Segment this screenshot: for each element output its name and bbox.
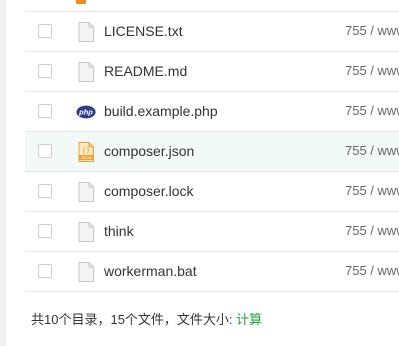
table-row[interactable] [25, 0, 399, 12]
file-icon [78, 22, 94, 42]
file-name[interactable]: workerman.bat [104, 263, 197, 279]
php-icon: php [76, 105, 96, 119]
file-permission[interactable]: 755 / www [345, 183, 399, 198]
table-row[interactable]: README.md 755 / www [25, 52, 399, 92]
json-icon: { } JSON [78, 142, 94, 162]
svg-text:JSON: JSON [81, 155, 92, 160]
table-row[interactable]: php build.example.php 755 / www [25, 92, 399, 132]
svg-text:{ }: { } [83, 148, 90, 154]
file-name[interactable]: LICENSE.txt [104, 23, 183, 39]
calculate-size-link[interactable]: 计算 [236, 312, 262, 327]
file-permission[interactable]: 755 / www [345, 63, 399, 78]
row-checkbox[interactable] [38, 264, 52, 278]
file-permission[interactable]: 755 / www [345, 23, 399, 38]
file-name[interactable]: think [104, 223, 134, 239]
file-name[interactable]: composer.json [104, 143, 194, 159]
table-row[interactable]: workerman.bat 755 / www [25, 252, 399, 292]
table-row[interactable]: composer.lock 755 / www [25, 172, 399, 212]
file-permission[interactable]: 755 / www [345, 223, 399, 238]
table-row[interactable]: { } JSON composer.json 755 / www [25, 132, 399, 172]
left-gutter [0, 0, 6, 346]
table-row[interactable]: think 755 / www [25, 212, 399, 252]
summary-text: 共10个目录，15个文件，文件大小: [31, 312, 237, 327]
table-row[interactable]: LICENSE.txt 755 / www [25, 12, 399, 52]
row-checkbox[interactable] [38, 224, 52, 238]
file-name[interactable]: composer.lock [104, 183, 193, 199]
row-checkbox[interactable] [38, 144, 52, 158]
file-permission[interactable]: 755 / www [345, 263, 399, 278]
file-icon [78, 262, 94, 282]
row-checkbox[interactable] [38, 104, 52, 118]
file-list: LICENSE.txt 755 / www README.md 755 / ww… [25, 0, 399, 292]
file-manager: LICENSE.txt 755 / www README.md 755 / ww… [0, 0, 399, 346]
file-icon [78, 222, 94, 242]
row-checkbox[interactable] [38, 64, 52, 78]
directory-summary: 共10个目录，15个文件，文件大小: 计算 [31, 309, 262, 328]
file-permission[interactable]: 755 / www [345, 143, 399, 158]
row-checkbox[interactable] [38, 24, 52, 38]
file-name[interactable]: build.example.php [104, 103, 218, 119]
folder-icon [76, 0, 86, 4]
file-icon [78, 62, 94, 82]
row-checkbox[interactable] [38, 184, 52, 198]
svg-text:php: php [78, 108, 93, 117]
file-permission[interactable]: 755 / www [345, 103, 399, 118]
file-icon [78, 182, 94, 202]
file-name[interactable]: README.md [104, 63, 187, 79]
